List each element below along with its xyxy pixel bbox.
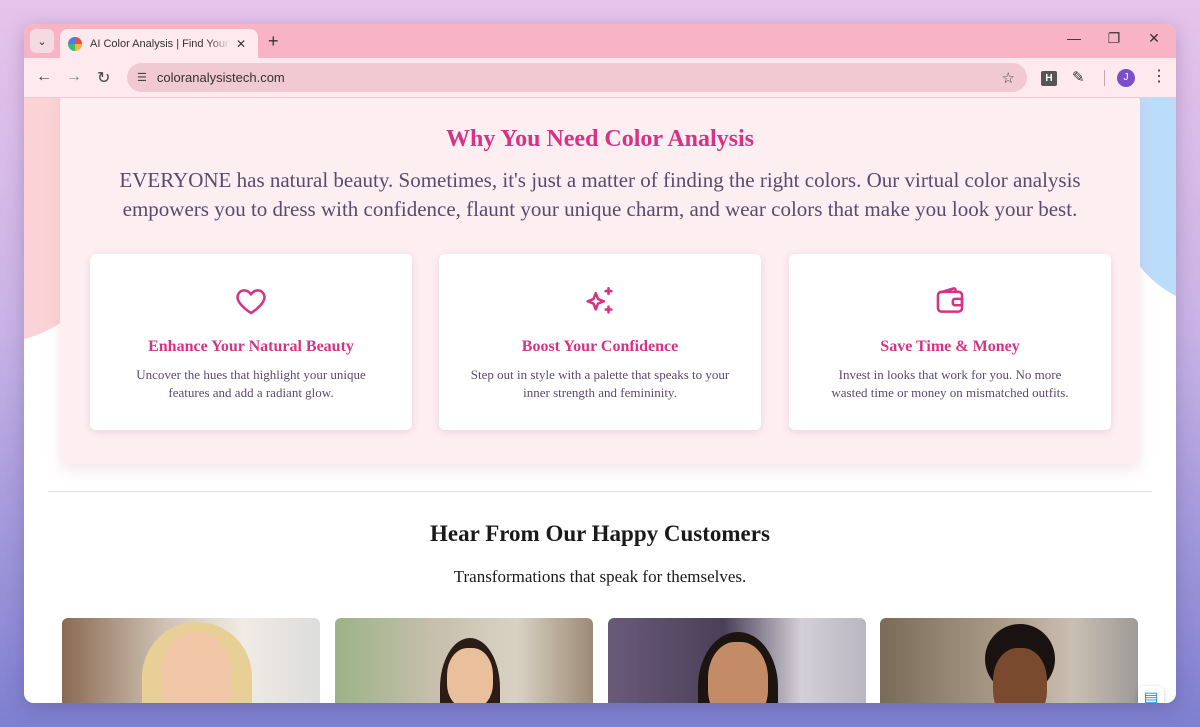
bookmark-star-icon[interactable]: ☆	[1002, 69, 1015, 87]
why-section: Why You Need Color Analysis EVERYONE has…	[60, 98, 1140, 464]
benefit-card: Boost Your Confidence Step out in style …	[439, 254, 761, 430]
tab-search-button[interactable]: ⌄	[30, 29, 54, 53]
extensions-puzzle-icon[interactable]: ✎	[1072, 68, 1085, 86]
sparkles-icon	[439, 284, 761, 318]
tab-title: AI Color Analysis | Find Your Co	[90, 37, 230, 50]
browser-menu-icon[interactable]: ⋮	[1151, 66, 1167, 86]
profile-avatar[interactable]: J	[1117, 69, 1135, 87]
photo-face	[708, 642, 768, 703]
heart-icon	[90, 284, 412, 318]
customer-photo[interactable]	[608, 618, 866, 703]
benefit-card-title: Enhance Your Natural Beauty	[148, 338, 354, 355]
benefit-card-desc: Step out in style with a palette that sp…	[470, 367, 730, 400]
benefit-card: Enhance Your Natural Beauty Uncover the …	[90, 254, 412, 430]
page-content: Why You Need Color Analysis EVERYONE has…	[24, 98, 1176, 703]
photo-face	[993, 648, 1047, 703]
benefit-card-title: Save Time & Money	[880, 338, 1020, 355]
chat-widget-icon[interactable]: ▤	[1138, 686, 1164, 703]
why-section-text: EVERYONE has natural beauty. Sometimes, …	[119, 168, 1081, 221]
benefit-card: Save Time & Money Invest in looks that w…	[789, 254, 1111, 430]
window-controls: — ❐ ✕	[1066, 30, 1162, 47]
benefit-card-desc: Invest in looks that work for you. No mo…	[831, 367, 1069, 400]
reload-icon[interactable]: ↻	[97, 68, 110, 88]
site-info-icon[interactable]: ☰	[137, 71, 147, 84]
toolbar-divider	[1104, 70, 1105, 86]
close-window-icon[interactable]: ✕	[1146, 30, 1162, 47]
benefit-card-title: Boost Your Confidence	[521, 338, 679, 355]
wallet-icon	[789, 284, 1111, 318]
photo-face	[162, 632, 232, 703]
customer-photo[interactable]	[880, 618, 1138, 703]
benefit-card-desc: Uncover the hues that highlight your uni…	[136, 367, 366, 400]
photo-face	[447, 648, 493, 703]
extension-h-icon[interactable]: H	[1041, 71, 1057, 86]
minimize-icon[interactable]: —	[1066, 30, 1082, 47]
browser-toolbar: ← → ↻ ☰ coloranalysistech.com ☆ H ✎ J ⋮	[24, 58, 1176, 98]
customer-photo[interactable]	[62, 618, 320, 703]
tab-strip: ⌄ AI Color Analysis | Find Your Co ✕ + —…	[24, 24, 1176, 58]
tab-active[interactable]: AI Color Analysis | Find Your Co ✕	[60, 29, 258, 58]
restore-icon[interactable]: ❐	[1106, 30, 1122, 47]
browser-window: ⌄ AI Color Analysis | Find Your Co ✕ + —…	[24, 24, 1176, 703]
new-tab-button[interactable]: +	[268, 31, 279, 52]
customers-subtitle: Transformations that speak for themselve…	[453, 567, 747, 586]
customer-photo[interactable]	[335, 618, 593, 703]
address-bar[interactable]: ☰ coloranalysistech.com ☆	[127, 63, 1027, 92]
why-section-title: Why You Need Color Analysis	[445, 126, 755, 152]
back-icon[interactable]: ←	[36, 68, 52, 86]
url-text: coloranalysistech.com	[156, 70, 285, 85]
customers-title: Hear From Our Happy Customers	[430, 521, 770, 546]
forward-icon[interactable]: →	[66, 68, 82, 86]
favicon-icon	[68, 36, 82, 51]
section-divider	[48, 491, 1152, 492]
close-tab-icon[interactable]: ✕	[236, 37, 246, 51]
